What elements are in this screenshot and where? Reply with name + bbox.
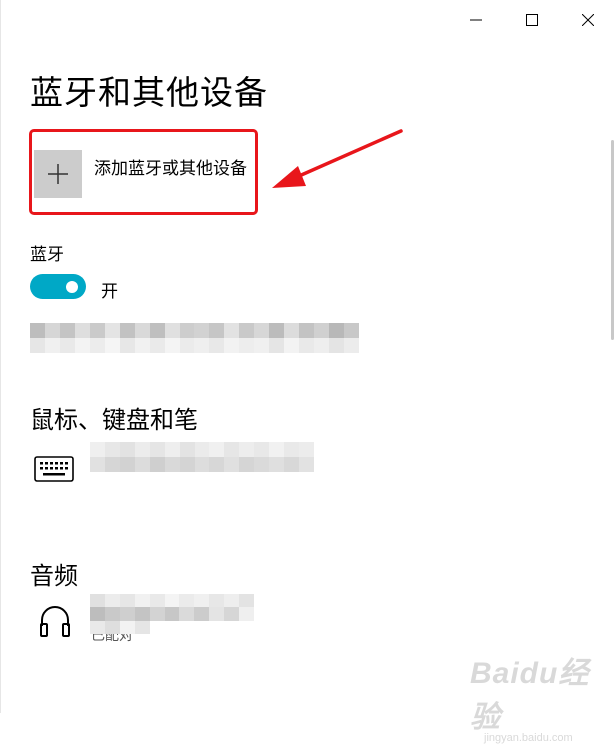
watermark-url: jingyan.baidu.com (484, 732, 573, 744)
baidu-jingyan-watermark: Baidu经验 jingyan.baidu.com (470, 648, 610, 744)
bluetooth-toggle[interactable] (30, 274, 86, 299)
toggle-knob (66, 280, 78, 293)
window-controls (448, 0, 616, 40)
maximize-icon (526, 14, 538, 26)
bluetooth-toggle-state: 开 (101, 282, 118, 302)
blurred-keyboard-device[interactable] (90, 442, 314, 472)
input-devices-heading: 鼠标、键盘和笔 (30, 406, 198, 434)
maximize-button[interactable] (504, 0, 560, 40)
window-left-border (0, 0, 1, 713)
close-button[interactable] (560, 0, 616, 40)
watermark-brand: Baidu经验 (470, 657, 590, 734)
keyboard-icon (34, 456, 74, 482)
headphones-icon (40, 606, 70, 637)
page-title: 蓝牙和其他设备 (30, 73, 268, 112)
minimize-button[interactable] (448, 0, 504, 40)
audio-heading: 音频 (30, 562, 78, 590)
minimize-icon (470, 19, 482, 21)
annotation-highlight-box (29, 129, 258, 215)
scrollbar[interactable] (611, 140, 614, 340)
annotation-arrow (272, 129, 403, 188)
blurred-audio-device[interactable] (90, 594, 254, 634)
blurred-device-list (30, 323, 359, 353)
close-icon (582, 14, 594, 26)
bluetooth-label: 蓝牙 (30, 245, 64, 265)
